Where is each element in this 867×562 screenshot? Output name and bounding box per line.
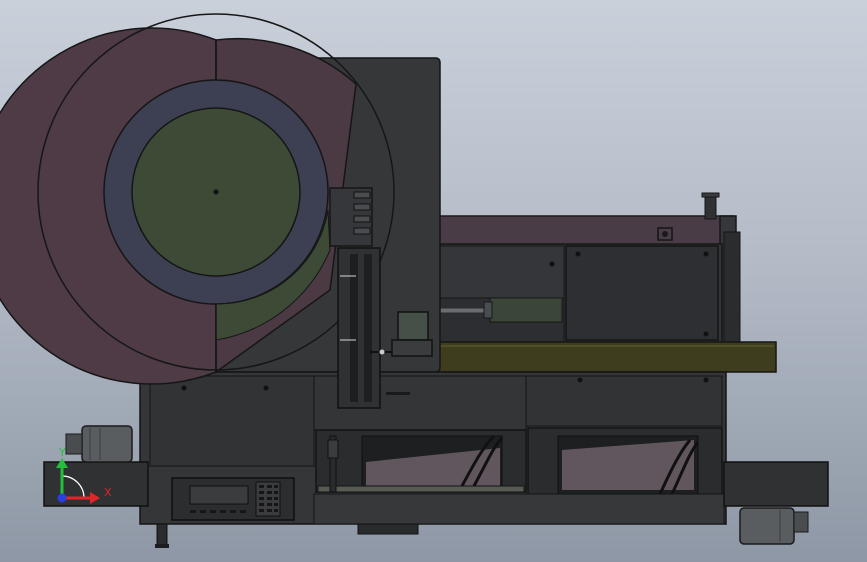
gripper-base (391, 339, 433, 357)
right-base-frame (723, 461, 829, 507)
chute-slot (364, 254, 372, 402)
right-side-bracket (723, 231, 741, 343)
screw (263, 385, 269, 391)
control-box (565, 245, 719, 341)
sensor (662, 231, 668, 237)
screw (703, 377, 709, 383)
cad-model-view[interactable]: X Y (0, 0, 867, 562)
left-inner-box (439, 245, 565, 299)
leg-left (156, 523, 168, 547)
gripper-pin (379, 349, 385, 355)
gripper-block (397, 311, 429, 341)
screw (703, 331, 709, 337)
base-rail (317, 485, 525, 493)
foot-pad (357, 523, 419, 535)
base-plate (313, 493, 725, 525)
cabinet-panel-left (149, 375, 315, 467)
cabinet-panel-right (525, 375, 723, 427)
leg-foot (155, 544, 169, 548)
vertical-post-cap (701, 192, 720, 198)
screw (703, 251, 709, 257)
y-axis-label: Y (58, 446, 66, 459)
cylinder-rod (439, 307, 491, 314)
vertical-post (704, 194, 717, 220)
pneumatic-cylinder (489, 297, 563, 323)
cad-viewport[interactable]: X Y (0, 0, 867, 562)
right-motor-flange (793, 511, 809, 533)
screw (575, 251, 581, 257)
top-right-enclosure (437, 215, 735, 247)
vertical-chute (337, 247, 381, 409)
sensor-head (327, 439, 339, 459)
cylinder-clevis (483, 301, 493, 319)
x-axis-label: X (104, 486, 112, 499)
handle-slot (386, 392, 410, 395)
screw (577, 377, 583, 383)
display-screen (189, 485, 249, 505)
motor-flange (65, 433, 83, 455)
screw (549, 261, 555, 267)
center-point (213, 189, 219, 195)
screw (181, 385, 187, 391)
right-motor (739, 507, 795, 545)
z-axis-dot (57, 493, 67, 503)
